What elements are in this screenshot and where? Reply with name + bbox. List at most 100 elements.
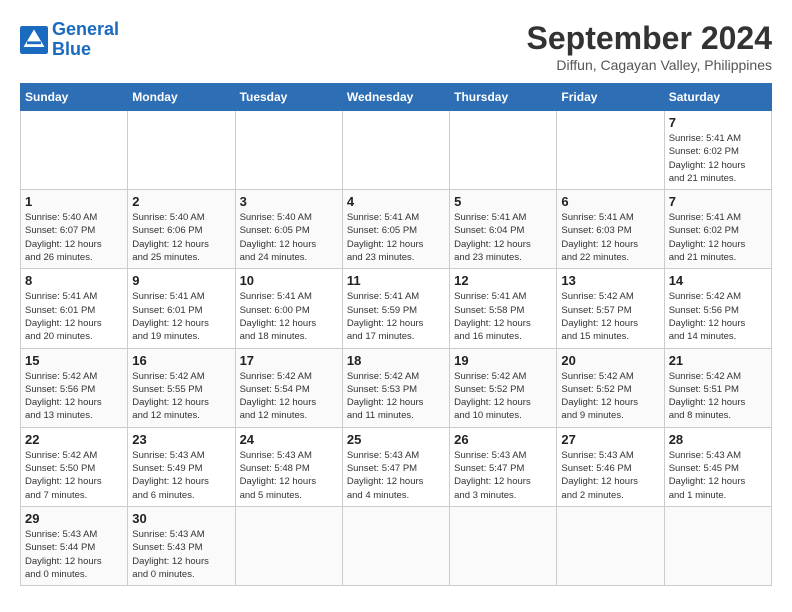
day-info: Sunrise: 5:41 AM Sunset: 6:00 PM Dayligh… <box>240 290 338 343</box>
day-info: Sunrise: 5:42 AM Sunset: 5:55 PM Dayligh… <box>132 370 230 423</box>
day-number: 18 <box>347 353 445 368</box>
day-info: Sunrise: 5:41 AM Sunset: 6:03 PM Dayligh… <box>561 211 659 264</box>
header-cell-friday: Friday <box>557 84 664 111</box>
calendar-week-3: 15 Sunrise: 5:42 AM Sunset: 5:56 PM Dayli… <box>21 348 772 427</box>
calendar-cell: 11Sunrise: 5:41 AM Sunset: 5:59 PM Dayli… <box>342 269 449 348</box>
calendar-cell: 6 Sunrise: 5:41 AM Sunset: 6:03 PM Daylig… <box>557 190 664 269</box>
day-number: 3 <box>240 194 338 209</box>
calendar-cell: 8Sunrise: 5:41 AM Sunset: 6:01 PM Daylig… <box>21 269 128 348</box>
calendar-cell: 25Sunrise: 5:43 AM Sunset: 5:47 PM Dayli… <box>342 427 449 506</box>
day-info: Sunrise: 5:41 AM Sunset: 6:02 PM Dayligh… <box>669 211 767 264</box>
calendar-header: SundayMondayTuesdayWednesdayThursdayFrid… <box>21 84 772 111</box>
day-number: 29 <box>25 511 123 526</box>
day-info: Sunrise: 5:43 AM Sunset: 5:49 PM Dayligh… <box>132 449 230 502</box>
calendar-cell: 4 Sunrise: 5:41 AM Sunset: 6:05 PM Daylig… <box>342 190 449 269</box>
day-info: Sunrise: 5:42 AM Sunset: 5:52 PM Dayligh… <box>454 370 552 423</box>
day-info: Sunrise: 5:40 AM Sunset: 6:06 PM Dayligh… <box>132 211 230 264</box>
calendar-cell: 5 Sunrise: 5:41 AM Sunset: 6:04 PM Daylig… <box>450 190 557 269</box>
calendar-cell: 29 Sunrise: 5:43 AM Sunset: 5:44 PM Dayli… <box>21 506 128 585</box>
calendar-cell: 3 Sunrise: 5:40 AM Sunset: 6:05 PM Daylig… <box>235 190 342 269</box>
logo-text: General Blue <box>52 20 119 60</box>
calendar-week-4: 22 Sunrise: 5:42 AM Sunset: 5:50 PM Dayli… <box>21 427 772 506</box>
calendar-cell: 20Sunrise: 5:42 AM Sunset: 5:52 PM Dayli… <box>557 348 664 427</box>
logo: General Blue <box>20 20 119 60</box>
calendar-cell: 30Sunrise: 5:43 AM Sunset: 5:43 PM Dayli… <box>128 506 235 585</box>
calendar-body: 7 Sunrise: 5:41 AM Sunset: 6:02 PM Daylig… <box>21 111 772 586</box>
day-number: 1 <box>25 194 123 209</box>
day-info: Sunrise: 5:41 AM Sunset: 6:05 PM Dayligh… <box>347 211 445 264</box>
calendar-cell <box>21 111 128 190</box>
day-info: Sunrise: 5:42 AM Sunset: 5:53 PM Dayligh… <box>347 370 445 423</box>
calendar-cell: 7 Sunrise: 5:41 AM Sunset: 6:02 PM Daylig… <box>664 111 771 190</box>
calendar-cell: 2Sunrise: 5:40 AM Sunset: 6:06 PM Daylig… <box>128 190 235 269</box>
day-info: Sunrise: 5:41 AM Sunset: 5:58 PM Dayligh… <box>454 290 552 343</box>
calendar-cell: 1 Sunrise: 5:40 AM Sunset: 6:07 PM Daylig… <box>21 190 128 269</box>
calendar-cell <box>342 111 449 190</box>
page-header: General Blue September 2024 Diffun, Caga… <box>20 20 772 73</box>
calendar-cell <box>450 111 557 190</box>
day-number: 16 <box>132 353 230 368</box>
day-info: Sunrise: 5:42 AM Sunset: 5:52 PM Dayligh… <box>561 370 659 423</box>
day-info: Sunrise: 5:41 AM Sunset: 6:02 PM Dayligh… <box>669 132 767 185</box>
day-info: Sunrise: 5:41 AM Sunset: 6:04 PM Dayligh… <box>454 211 552 264</box>
calendar-week-5: 29 Sunrise: 5:43 AM Sunset: 5:44 PM Dayli… <box>21 506 772 585</box>
calendar-table: SundayMondayTuesdayWednesdayThursdayFrid… <box>20 83 772 586</box>
day-number: 25 <box>347 432 445 447</box>
day-info: Sunrise: 5:40 AM Sunset: 6:05 PM Dayligh… <box>240 211 338 264</box>
day-number: 28 <box>669 432 767 447</box>
day-info: Sunrise: 5:40 AM Sunset: 6:07 PM Dayligh… <box>25 211 123 264</box>
calendar-cell <box>557 506 664 585</box>
day-number: 12 <box>454 273 552 288</box>
day-info: Sunrise: 5:42 AM Sunset: 5:56 PM Dayligh… <box>25 370 123 423</box>
day-number: 9 <box>132 273 230 288</box>
day-info: Sunrise: 5:41 AM Sunset: 6:01 PM Dayligh… <box>132 290 230 343</box>
day-number: 5 <box>454 194 552 209</box>
calendar-cell: 13Sunrise: 5:42 AM Sunset: 5:57 PM Dayli… <box>557 269 664 348</box>
calendar-cell: 24Sunrise: 5:43 AM Sunset: 5:48 PM Dayli… <box>235 427 342 506</box>
logo-line1: General <box>52 19 119 39</box>
location-title: Diffun, Cagayan Valley, Philippines <box>527 57 772 73</box>
header-cell-monday: Monday <box>128 84 235 111</box>
calendar-cell: 18 Sunrise: 5:42 AM Sunset: 5:53 PM Dayli… <box>342 348 449 427</box>
calendar-cell: 12 Sunrise: 5:41 AM Sunset: 5:58 PM Dayli… <box>450 269 557 348</box>
day-number: 14 <box>669 273 767 288</box>
day-number: 23 <box>132 432 230 447</box>
day-number: 22 <box>25 432 123 447</box>
day-info: Sunrise: 5:42 AM Sunset: 5:54 PM Dayligh… <box>240 370 338 423</box>
day-number: 11 <box>347 273 445 288</box>
calendar-cell: 21Sunrise: 5:42 AM Sunset: 5:51 PM Dayli… <box>664 348 771 427</box>
calendar-cell: 16 Sunrise: 5:42 AM Sunset: 5:55 PM Dayli… <box>128 348 235 427</box>
day-number: 27 <box>561 432 659 447</box>
day-number: 8 <box>25 273 123 288</box>
day-number: 6 <box>561 194 659 209</box>
calendar-cell: 17Sunrise: 5:42 AM Sunset: 5:54 PM Dayli… <box>235 348 342 427</box>
day-info: Sunrise: 5:42 AM Sunset: 5:50 PM Dayligh… <box>25 449 123 502</box>
calendar-cell <box>557 111 664 190</box>
day-number: 15 <box>25 353 123 368</box>
day-number: 13 <box>561 273 659 288</box>
day-number: 7 <box>669 115 767 130</box>
day-number: 26 <box>454 432 552 447</box>
calendar-cell: 9 Sunrise: 5:41 AM Sunset: 6:01 PM Daylig… <box>128 269 235 348</box>
day-info: Sunrise: 5:42 AM Sunset: 5:51 PM Dayligh… <box>669 370 767 423</box>
calendar-cell <box>235 111 342 190</box>
calendar-week-2: 8 Sunrise: 5:41 AM Sunset: 6:01 PM Daylig… <box>21 269 772 348</box>
calendar-cell <box>235 506 342 585</box>
calendar-cell: 28Sunrise: 5:43 AM Sunset: 5:45 PM Dayli… <box>664 427 771 506</box>
day-info: Sunrise: 5:43 AM Sunset: 5:44 PM Dayligh… <box>25 528 123 581</box>
month-title: September 2024 <box>527 20 772 57</box>
calendar-cell: 15 Sunrise: 5:42 AM Sunset: 5:56 PM Dayli… <box>21 348 128 427</box>
day-number: 4 <box>347 194 445 209</box>
calendar-week-0: 7 Sunrise: 5:41 AM Sunset: 6:02 PM Daylig… <box>21 111 772 190</box>
header-cell-sunday: Sunday <box>21 84 128 111</box>
day-number: 7 <box>669 194 767 209</box>
calendar-cell: 22 Sunrise: 5:42 AM Sunset: 5:50 PM Dayli… <box>21 427 128 506</box>
header-cell-tuesday: Tuesday <box>235 84 342 111</box>
day-info: Sunrise: 5:43 AM Sunset: 5:48 PM Dayligh… <box>240 449 338 502</box>
calendar-cell: 7 Sunrise: 5:41 AM Sunset: 6:02 PM Daylig… <box>664 190 771 269</box>
day-info: Sunrise: 5:43 AM Sunset: 5:47 PM Dayligh… <box>454 449 552 502</box>
logo-icon <box>20 26 48 54</box>
calendar-cell: 19Sunrise: 5:42 AM Sunset: 5:52 PM Dayli… <box>450 348 557 427</box>
calendar-cell: 10Sunrise: 5:41 AM Sunset: 6:00 PM Dayli… <box>235 269 342 348</box>
calendar-cell: 26 Sunrise: 5:43 AM Sunset: 5:47 PM Dayli… <box>450 427 557 506</box>
